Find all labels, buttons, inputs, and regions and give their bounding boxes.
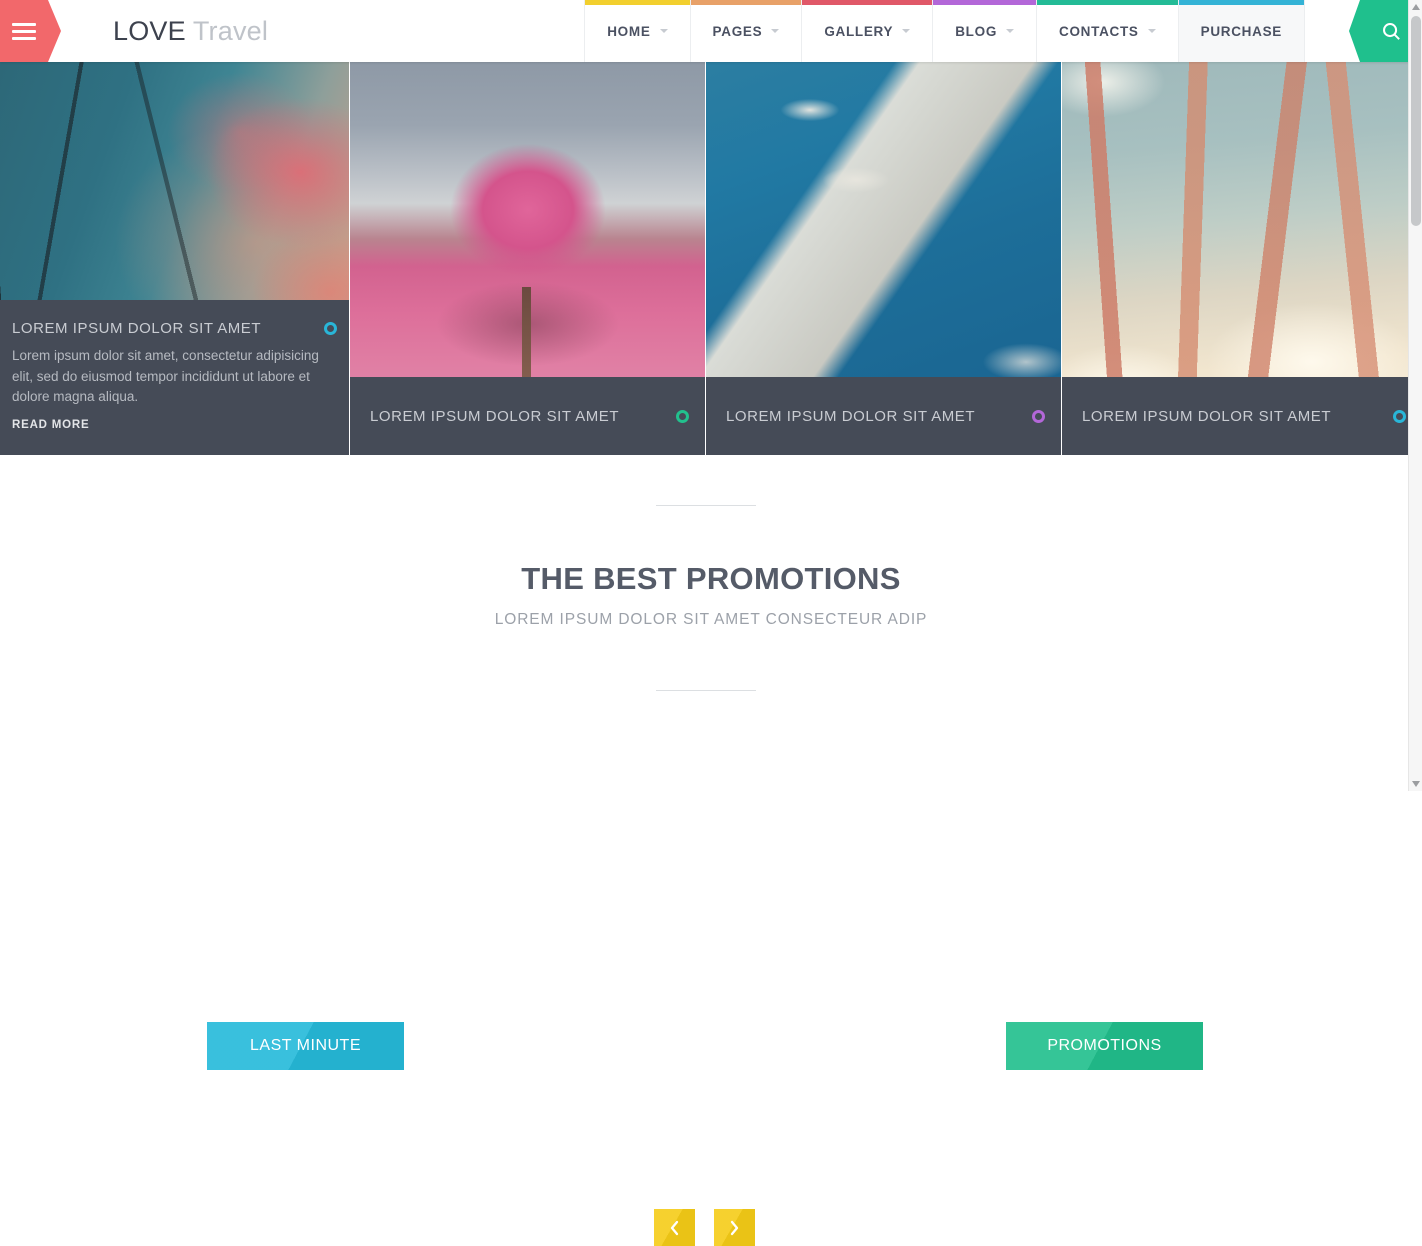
- page-scrollbar[interactable]: [1408, 0, 1422, 791]
- nav-item-blog[interactable]: BLOG: [932, 0, 1037, 62]
- nav-item-home[interactable]: HOME: [584, 0, 690, 62]
- slide-caption: LOREM IPSUM DOLOR SIT AMET: [1062, 377, 1422, 455]
- nav-item-label: BLOG: [955, 23, 998, 39]
- carousel-prev-button[interactable]: [654, 1209, 695, 1246]
- slide-indicator-dot[interactable]: [676, 409, 689, 423]
- read-more-link[interactable]: READ MORE: [12, 419, 337, 431]
- nav-accent-bar: [933, 0, 1037, 5]
- promotions-button-label: PROMOTIONS: [1047, 1037, 1162, 1054]
- hamburger-menu-button[interactable]: [0, 0, 61, 62]
- scrollbar-up-button[interactable]: [1409, 0, 1422, 14]
- promotions-heading-block: THE BEST PROMOTIONS LOREM IPSUM DOLOR SI…: [0, 561, 1422, 629]
- nav-item-label: PURCHASE: [1200, 23, 1282, 39]
- slide-indicator-dot[interactable]: [324, 322, 337, 335]
- slide-title: LOREM IPSUM DOLOR SIT AMET: [12, 320, 262, 337]
- nav-item-pages[interactable]: PAGES: [689, 0, 802, 62]
- slide-title: LOREM IPSUM DOLOR SIT AMET: [1082, 407, 1332, 425]
- last-minute-button[interactable]: LAST MINUTE: [207, 1022, 404, 1070]
- chevron-down-icon: [659, 29, 668, 33]
- scroll-down-icon: [1412, 781, 1420, 787]
- slide-caption: LOREM IPSUM DOLOR SIT AMET Lorem ipsum d…: [0, 300, 349, 455]
- carousel-next-button[interactable]: [714, 1209, 755, 1246]
- nav-accent-bar: [1037, 0, 1178, 5]
- chevron-left-icon: [670, 1220, 679, 1235]
- logo-light-text: Travel: [192, 15, 269, 46]
- nav-item-label: PAGES: [712, 23, 763, 39]
- last-minute-button-label: LAST MINUTE: [250, 1037, 361, 1054]
- scroll-up-icon: [1412, 4, 1420, 10]
- slide-description: Lorem ipsum dolor sit amet, consectetur …: [12, 348, 319, 405]
- slide-title: LOREM IPSUM DOLOR SIT AMET: [726, 407, 976, 425]
- nav-item-label: HOME: [607, 23, 651, 39]
- promotions-button[interactable]: PROMOTIONS: [1006, 1022, 1203, 1070]
- carousel-controls: [654, 1209, 755, 1246]
- promotions-section: THE BEST PROMOTIONS LOREM IPSUM DOLOR SI…: [0, 455, 1422, 1246]
- slide-item[interactable]: LOREM IPSUM DOLOR SIT AMET Lorem ipsum d…: [0, 62, 349, 455]
- scrollbar-thumb[interactable]: [1411, 16, 1421, 226]
- search-icon: [1382, 22, 1400, 40]
- chevron-right-icon: [730, 1220, 739, 1235]
- slide-caption: LOREM IPSUM DOLOR SIT AMET: [350, 377, 705, 455]
- nav-accent-bar: [1178, 0, 1304, 5]
- slide-caption: LOREM IPSUM DOLOR SIT AMET: [706, 377, 1061, 455]
- nav-accent-bar: [690, 0, 802, 5]
- main-navigation: HOME PAGES GALLERY BLOG CONTACTS PURCHAS…: [584, 0, 1305, 62]
- promotions-subtitle: LOREM IPSUM DOLOR SIT AMET CONSECTEUR AD…: [494, 611, 928, 628]
- nav-item-purchase[interactable]: PURCHASE: [1177, 0, 1305, 62]
- divider-top: [656, 505, 756, 506]
- slide-indicator-dot[interactable]: [1032, 409, 1045, 423]
- nav-accent-bar: [802, 0, 933, 5]
- slide-caption-header: LOREM IPSUM DOLOR SIT AMET: [1082, 408, 1406, 425]
- nav-item-gallery[interactable]: GALLERY: [801, 0, 933, 62]
- chevron-down-icon: [1006, 29, 1015, 33]
- chevron-down-icon: [1147, 29, 1156, 33]
- slide-item[interactable]: LOREM IPSUM DOLOR SIT AMET: [705, 62, 1061, 455]
- logo-bold-text: LOVE: [113, 15, 186, 46]
- nav-item-contacts[interactable]: CONTACTS: [1036, 0, 1178, 62]
- promotions-title: THE BEST PROMOTIONS: [521, 561, 901, 596]
- nav-item-label: CONTACTS: [1059, 23, 1139, 39]
- nav-accent-bar: [585, 0, 690, 5]
- site-header: LOVE Travel HOME PAGES GALLERY BLOG CONT…: [0, 0, 1422, 62]
- slide-item[interactable]: LOREM IPSUM DOLOR SIT AMET: [1061, 62, 1422, 455]
- divider-bottom: [656, 690, 756, 691]
- hamburger-icon: [12, 19, 36, 44]
- slide-title: LOREM IPSUM DOLOR SIT AMET: [370, 407, 620, 425]
- nav-item-label: GALLERY: [824, 23, 894, 39]
- chevron-down-icon: [902, 29, 911, 33]
- scrollbar-down-button[interactable]: [1409, 777, 1422, 791]
- slide-item[interactable]: LOREM IPSUM DOLOR SIT AMET: [349, 62, 705, 455]
- slide-caption-header: LOREM IPSUM DOLOR SIT AMET: [12, 320, 337, 337]
- slide-caption-header: LOREM IPSUM DOLOR SIT AMET: [726, 408, 1045, 425]
- slide-caption-header: LOREM IPSUM DOLOR SIT AMET: [370, 408, 689, 425]
- site-logo[interactable]: LOVE Travel: [113, 0, 268, 62]
- hero-slider: LOREM IPSUM DOLOR SIT AMET Lorem ipsum d…: [0, 62, 1422, 455]
- slide-indicator-dot[interactable]: [1393, 409, 1406, 423]
- chevron-down-icon: [771, 29, 780, 33]
